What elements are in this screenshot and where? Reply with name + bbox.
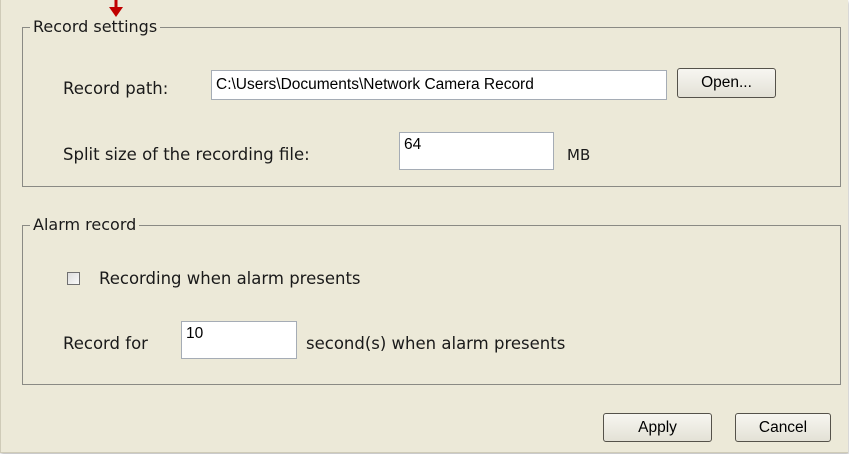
split-size-label: Split size of the recording file: xyxy=(63,145,310,164)
cancel-button[interactable]: Cancel xyxy=(735,413,831,442)
split-size-input[interactable]: 64 xyxy=(399,132,554,170)
annotation-arrow-icon xyxy=(109,0,123,17)
alarm-record-group xyxy=(22,225,841,385)
record-settings-title: Record settings xyxy=(30,17,161,37)
record-path-label: Record path: xyxy=(63,79,169,98)
record-path-input[interactable]: C:\Users\Documents\Network Camera Record xyxy=(211,70,667,100)
apply-button[interactable]: Apply xyxy=(603,413,712,442)
split-size-unit-label: MB xyxy=(567,146,591,164)
recording-on-alarm-label[interactable]: Recording when alarm presents xyxy=(99,269,361,289)
record-for-suffix-label: second(s) when alarm presents xyxy=(306,334,566,353)
recording-settings-panel: Record settings Record path: C:\Users\Do… xyxy=(0,0,848,453)
recording-on-alarm-checkbox[interactable] xyxy=(67,272,80,285)
alarm-record-title: Alarm record xyxy=(30,215,140,235)
record-for-input[interactable]: 10 xyxy=(181,321,297,359)
record-for-label: Record for xyxy=(63,334,148,353)
open-button[interactable]: Open... xyxy=(677,68,776,98)
